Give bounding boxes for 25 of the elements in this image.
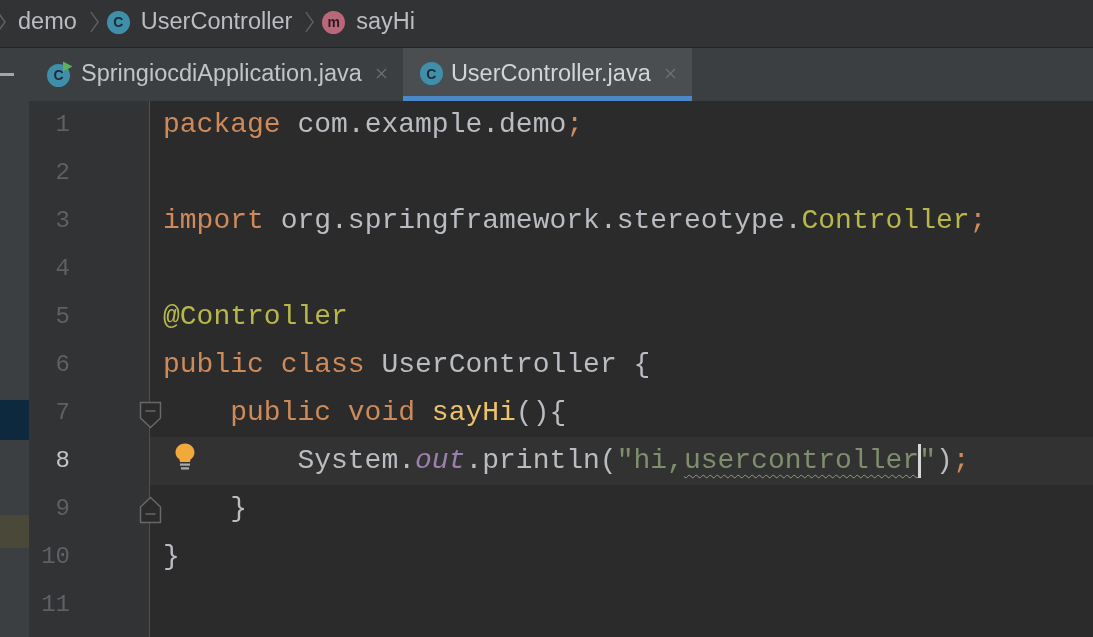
code-line: import org.springframework.stereotype.Controller; (163, 207, 987, 235)
class-letter-icon: C (419, 62, 443, 85)
code-line: @Controller (163, 303, 348, 331)
editor-tab[interactable]: C SpringiocdiApplication.java (30, 48, 403, 101)
breadcrumb-item[interactable]: C UserController (106, 10, 293, 34)
line-number: 8 (55, 449, 70, 473)
fold-marker-icon[interactable] (139, 496, 162, 524)
code-line: } (163, 543, 180, 571)
chevron-right-icon (305, 9, 315, 35)
fold-marker-icon[interactable] (139, 401, 162, 429)
code-line: package com.example.demo; (163, 111, 584, 139)
code-line: public class UserController { (163, 351, 651, 379)
chevron-right-icon (89, 9, 99, 35)
lightbulb-icon[interactable] (175, 443, 195, 470)
tree-row-highlight (0, 400, 29, 440)
code-line: public void sayHi(){ (230, 399, 567, 427)
breadcrumb-item[interactable]: demo (18, 10, 77, 34)
class-letter-icon: C (106, 10, 130, 34)
breadcrumb-item[interactable]: m sayHi (322, 10, 416, 34)
editor-tab[interactable]: C UserController.java (402, 48, 692, 101)
code-line: System.out.println("hi,usercontroller"); (297, 444, 970, 478)
class-run-icon: C (47, 60, 73, 87)
method-letter-icon: m (322, 10, 346, 34)
code-line: } (230, 495, 247, 523)
tree-row-highlight (0, 515, 29, 548)
